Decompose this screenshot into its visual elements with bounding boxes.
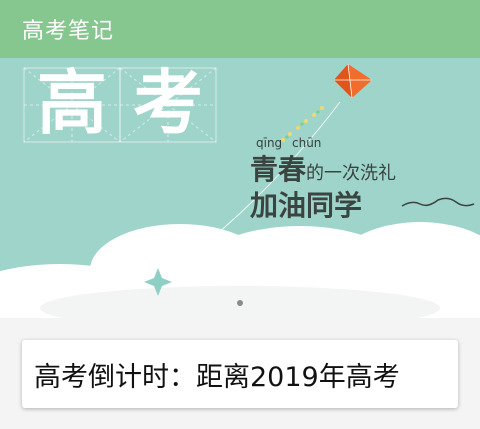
app-bar: 高考笔记	[0, 0, 480, 58]
slogan-line-2: 加油同学	[250, 189, 363, 222]
carousel-dot-active[interactable]	[237, 300, 243, 306]
banner-carousel[interactable]: 高 考 qīng chūn 青春的一次洗礼 加油同学	[0, 58, 480, 318]
countdown-card[interactable]: 高考倒计时：距离2019年高考	[22, 340, 458, 408]
headline-char-gao: 高	[37, 62, 107, 144]
slogan-emphasis: 青春	[250, 153, 307, 186]
slogan-rest: 的一次洗礼	[306, 163, 397, 184]
carousel-indicator	[0, 300, 480, 306]
kite-icon	[334, 63, 372, 99]
slogan-line-1: 青春的一次洗礼	[250, 148, 396, 188]
headline-char-kao: 考	[133, 62, 203, 144]
countdown-text: 高考倒计时：距离2019年高考	[34, 361, 400, 393]
app-title: 高考笔记	[22, 19, 115, 44]
